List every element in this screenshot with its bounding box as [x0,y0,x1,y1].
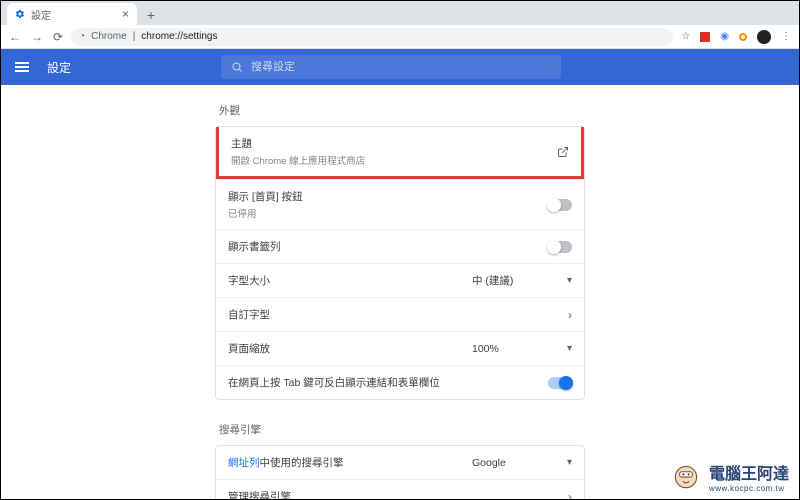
tab-highlight-row: 在網頁上按 Tab 鍵可反白顯示連結和表單欄位 [216,365,584,399]
tab-bar: 設定 × + [1,1,799,25]
font-size-row: 字型大小 中 (建議) ▾ [216,263,584,297]
appearance-card: 主題 開啟 Chrome 線上應用程式商店 顯示 [首頁] 按鈕 已停用 顯示書… [215,126,585,400]
ext-icon-3[interactable] [739,33,747,41]
chevron-right-icon: › [568,308,572,322]
page-zoom-dropdown[interactable]: 100% ▾ [472,343,572,355]
close-icon[interactable]: × [122,7,129,21]
bookmarks-bar-label: 顯示書籤列 [228,239,281,254]
external-link-icon [557,146,569,158]
url-path: chrome://settings [141,31,217,42]
tab-title: 設定 [31,7,116,22]
font-size-value: 中 (建議) [472,273,513,288]
page-zoom-label: 頁面縮放 [228,341,270,356]
bookmarks-bar-toggle[interactable] [548,241,572,253]
home-button-row: 顯示 [首頁] 按鈕 已停用 [216,179,584,229]
chevron-down-icon: ▾ [567,343,572,354]
watermark: 電腦王阿達 www.kocpc.com.tw [669,459,789,493]
ext-icon-1[interactable] [700,32,710,42]
chevron-down-icon: ▾ [567,457,572,468]
font-size-label: 字型大小 [228,273,270,288]
ext-icon-2[interactable]: ◉ [720,31,729,42]
manage-search-row[interactable]: 管理搜尋引擎 › [216,479,584,499]
theme-sub: 開啟 Chrome 線上應用程式商店 [231,153,365,167]
custom-font-label: 自訂字型 [228,307,270,322]
watermark-mascot-icon [669,459,703,493]
search-engine-value: Google [472,457,506,469]
page-zoom-value: 100% [472,343,499,355]
back-button[interactable]: ← [9,30,21,44]
menu-icon[interactable]: ⋮ [781,31,791,42]
tab-highlight-toggle[interactable] [548,377,572,389]
url-separator: | [133,31,136,42]
theme-label: 主題 [231,136,365,151]
settings-content: 外觀 主題 開啟 Chrome 線上應用程式商店 顯示 [首頁] 按鈕 已停用 … [1,85,799,499]
section-search-title: 搜尋引擎 [215,414,585,445]
search-card: 網址列中使用的搜尋引擎 Google ▾ 管理搜尋引擎 › [215,445,585,499]
addressbar-suffix: 中使用的搜尋引擎 [260,457,344,469]
bookmarks-bar-row: 顯示書籤列 [216,229,584,263]
chrome-icon: ◔ [79,31,85,42]
watermark-site: www.kocpc.com.tw [709,484,789,493]
search-input[interactable] [251,61,551,73]
search-engine-dropdown[interactable]: Google ▾ [472,457,572,469]
tab-highlight-label: 在網頁上按 Tab 鍵可反白顯示連結和表單欄位 [228,375,440,390]
extension-icons: ☆ ◉ ⋮ [681,30,791,44]
addressbar-search-row: 網址列中使用的搜尋引擎 Google ▾ [216,446,584,479]
home-button-sub: 已停用 [228,206,303,220]
home-button-label: 顯示 [首頁] 按鈕 [228,189,303,204]
settings-header: 設定 [1,49,799,85]
hamburger-icon[interactable] [15,62,33,72]
custom-font-row[interactable]: 自訂字型 › [216,297,584,331]
chevron-down-icon: ▾ [567,275,572,286]
url-input[interactable]: ◔ Chrome | chrome://settings [71,28,673,46]
url-scheme: Chrome [91,31,127,42]
section-appearance-title: 外觀 [215,95,585,126]
gear-icon [15,9,25,19]
page-zoom-row: 頁面縮放 100% ▾ [216,331,584,365]
addressbar-link[interactable]: 網址列 [228,457,260,469]
manage-search-label: 管理搜尋引擎 [228,489,291,499]
watermark-name: 電腦王阿達 [709,460,789,484]
font-size-dropdown[interactable]: 中 (建議) ▾ [472,273,572,288]
avatar[interactable] [757,30,771,44]
search-icon [231,61,243,73]
search-input-wrap[interactable] [221,55,561,79]
home-button-toggle[interactable] [548,199,572,211]
reload-button[interactable]: ⟳ [53,30,63,44]
new-tab-button[interactable]: + [141,5,161,25]
page-title: 設定 [47,59,71,76]
forward-button[interactable]: → [31,30,43,44]
browser-tab-settings[interactable]: 設定 × [7,3,137,25]
address-bar: ← → ⟳ ◔ Chrome | chrome://settings ☆ ◉ ⋮ [1,25,799,49]
theme-row[interactable]: 主題 開啟 Chrome 線上應用程式商店 [216,127,584,179]
star-icon[interactable]: ☆ [681,31,690,42]
chevron-right-icon: › [568,490,572,500]
